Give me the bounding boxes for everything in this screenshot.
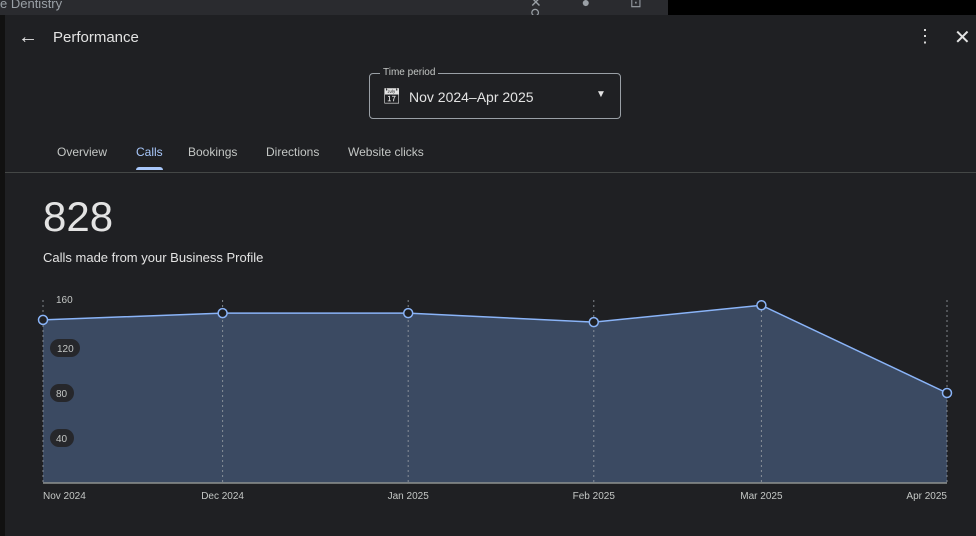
x-tick-label: Nov 2024 xyxy=(43,491,86,502)
data-point[interactable] xyxy=(217,307,228,319)
y-tick-label: 120 xyxy=(57,344,74,355)
area-fill xyxy=(43,305,947,483)
x-tick-label: Feb 2025 xyxy=(573,491,616,502)
data-point[interactable] xyxy=(402,307,414,319)
y-tick-label: 40 xyxy=(56,434,68,445)
x-tick-label: Jan 2025 xyxy=(388,491,430,502)
data-point[interactable] xyxy=(941,387,953,399)
y-tick-label: 80 xyxy=(56,389,68,400)
data-point[interactable] xyxy=(756,300,767,311)
y-tick-label: 160 xyxy=(56,295,73,306)
x-tick-label: Apr 2025 xyxy=(906,491,947,502)
calls-chart: 160 120 80 40 Nov 2024 Dec 2024 Jan 2025 Feb 20… xyxy=(37,295,953,502)
x-tick-label: Mar 2025 xyxy=(740,491,783,502)
data-point[interactable] xyxy=(37,314,49,326)
x-tick-label: Dec 2024 xyxy=(201,491,244,502)
data-point[interactable] xyxy=(588,316,600,328)
